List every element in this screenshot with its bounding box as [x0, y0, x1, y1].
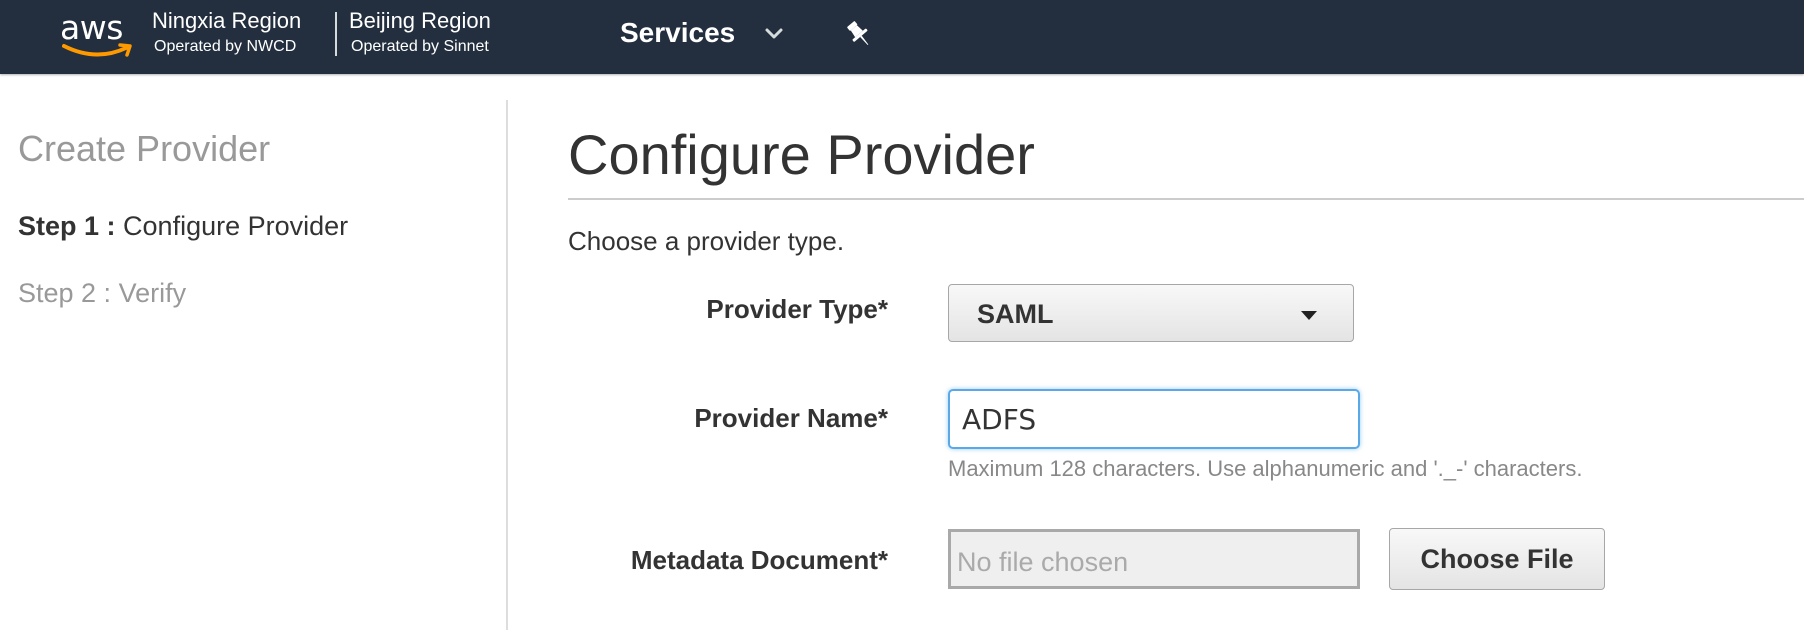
wizard-step-1[interactable]: Step 1 : Configure Provider [18, 211, 348, 242]
services-menu-button[interactable]: Services [620, 17, 735, 49]
aws-smile-icon [62, 43, 132, 57]
file-placeholder: No file chosen [957, 547, 1129, 577]
sidebar-divider [506, 100, 508, 630]
aws-logo[interactable]: aws [60, 8, 136, 60]
page-title: Configure Provider [568, 123, 1035, 186]
region-name: Beijing Region [349, 8, 491, 33]
step-label: Configure Provider [123, 211, 349, 241]
provider-name-hint: Maximum 128 characters. Use alphanumeric… [948, 456, 1583, 481]
metadata-file-field[interactable]: No file chosen [948, 529, 1360, 589]
wizard-title: Create Provider [18, 128, 271, 169]
provider-type-label: Provider Type* [706, 294, 888, 324]
provider-type-select[interactable]: SAML [948, 284, 1354, 342]
title-divider [568, 198, 1804, 200]
region-operator: Operated by Sinnet [351, 38, 489, 55]
region-beijing[interactable]: Beijing Region Operated by Sinnet [349, 8, 491, 57]
region-operator: Operated by NWCD [154, 38, 297, 55]
metadata-document-label: Metadata Document* [630, 545, 888, 575]
intro-text: Choose a provider type. [568, 226, 845, 256]
region-ningxia[interactable]: Ningxia Region Operated by NWCD [152, 8, 301, 57]
step-number: Step 1 : [18, 211, 116, 241]
top-navigation-bar: aws Ningxia Region Operated by NWCD Beij… [0, 0, 1804, 74]
provider-type-value: SAML [977, 299, 1054, 329]
caret-down-icon [1301, 311, 1317, 320]
provider-name-input[interactable] [948, 389, 1360, 449]
choose-file-button[interactable]: Choose File [1389, 528, 1605, 590]
wizard-step-2[interactable]: Step 2 : Verify [18, 278, 186, 309]
region-name: Ningxia Region [152, 8, 302, 33]
pin-icon[interactable] [844, 18, 874, 50]
provider-name-label: Provider Name* [694, 403, 888, 433]
chevron-down-icon[interactable] [764, 27, 784, 41]
region-divider [335, 12, 337, 56]
